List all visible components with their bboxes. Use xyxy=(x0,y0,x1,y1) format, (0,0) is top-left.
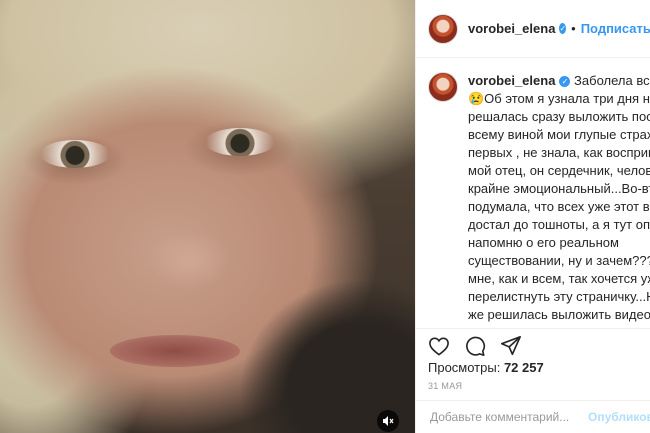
caption: vorobei_elena ✓ Заболела всё-таки 😢Об это… xyxy=(468,72,650,326)
add-comment-bar: Опубликов xyxy=(416,400,650,433)
heart-icon[interactable] xyxy=(428,336,450,356)
caption-area: vorobei_elena ✓ Заболела всё-таки 😢Об это… xyxy=(416,58,650,326)
video-frame-detail xyxy=(150,230,230,290)
action-bar xyxy=(416,328,650,362)
username-link[interactable]: vorobei_elena xyxy=(468,21,555,36)
avatar[interactable] xyxy=(428,13,458,44)
caption-avatar[interactable] xyxy=(428,72,458,102)
caption-username[interactable]: vorobei_elena xyxy=(468,73,555,88)
post-header: vorobei_elena ✓ • Подписаться xyxy=(416,0,650,58)
publish-button[interactable]: Опубликов xyxy=(588,410,650,424)
views-label: Просмотры: xyxy=(428,360,501,375)
sound-toggle-button[interactable] xyxy=(377,410,399,432)
share-icon[interactable] xyxy=(500,335,522,357)
views-count[interactable]: Просмотры: 72 257 xyxy=(428,360,544,375)
video-player[interactable] xyxy=(0,0,415,433)
verified-badge-icon: ✓ xyxy=(559,76,571,88)
views-value: 72 257 xyxy=(503,360,544,375)
post-sidebar: vorobei_elena ✓ • Подписаться vorobei_el… xyxy=(415,0,650,433)
separator-dot: • xyxy=(571,21,576,36)
video-frame-detail xyxy=(205,128,275,156)
video-frame-detail xyxy=(110,335,240,367)
post-date[interactable]: 31 МАЯ xyxy=(428,381,462,391)
verified-badge-icon: ✓ xyxy=(559,23,567,34)
follow-button[interactable]: Подписаться xyxy=(581,21,650,36)
comment-icon[interactable] xyxy=(464,335,486,357)
caption-text: Заболела всё-таки 😢Об этом я узнала три … xyxy=(468,73,650,326)
sound-off-icon xyxy=(383,416,394,426)
comment-input[interactable] xyxy=(428,409,582,425)
video-frame-detail xyxy=(40,140,110,168)
